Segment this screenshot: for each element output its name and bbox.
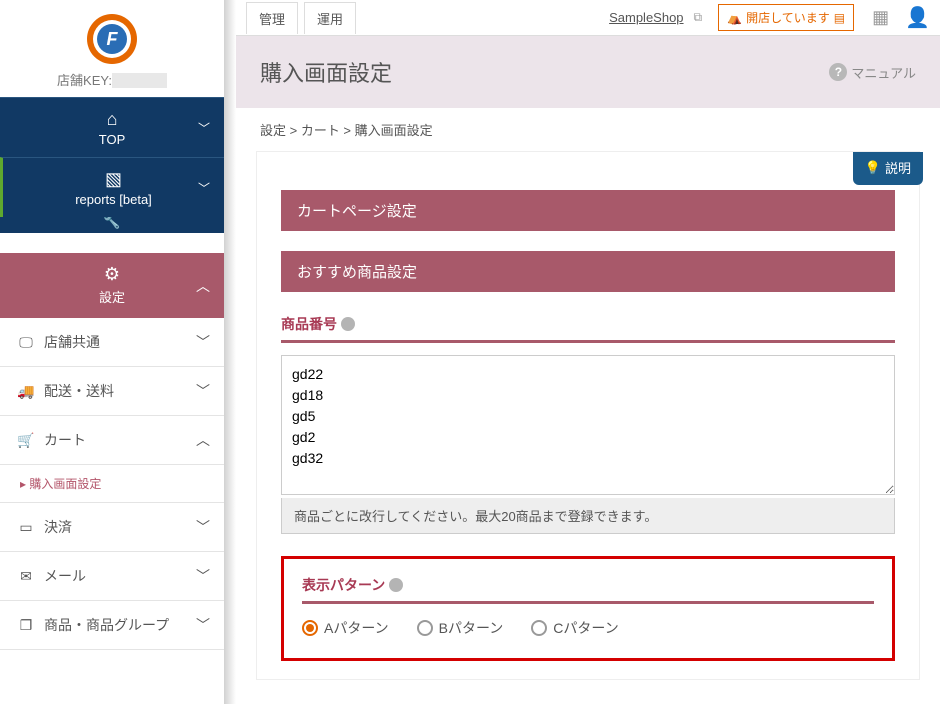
chevron-down-icon: ﹀ <box>196 566 210 586</box>
tab-admin[interactable]: 管理 <box>246 2 298 34</box>
radio-pattern-c[interactable]: Cパターン <box>531 618 618 638</box>
nav-top-label: TOP <box>99 132 126 147</box>
chevron-down-icon: ﹀ <box>196 332 210 352</box>
sidebar-item-label: カート <box>44 430 86 450</box>
logo-icon: F <box>87 14 137 64</box>
settings-card: 💡 説明 カートページ設定 おすすめ商品設定 商品番号 商品ごとに改行してくださ… <box>256 151 920 680</box>
mail-icon: ✉ <box>16 568 36 585</box>
apps-icon[interactable]: ▦ <box>872 7 889 28</box>
radio-pattern-a[interactable]: Aパターン <box>302 618 389 638</box>
hint-icon <box>389 578 403 592</box>
chevron-down-icon: ﹀ <box>198 179 210 196</box>
manual-link[interactable]: ? マニュアル <box>829 63 916 82</box>
field-product-no-label: 商品番号 <box>281 314 895 334</box>
sidebar-item-products[interactable]: ❐ 商品・商品グループ ﹀ <box>0 601 224 650</box>
pattern-radio-group: Aパターン Bパターン Cパターン <box>302 618 874 638</box>
shop-link[interactable]: SampleShop <box>609 10 683 25</box>
sidebar-item-label: 決済 <box>44 517 72 537</box>
monitor-icon: 🖵 <box>16 334 36 351</box>
nav-reports[interactable]: ▧ reports [beta] ﹀ <box>0 157 224 217</box>
user-icon[interactable]: 👤 <box>905 5 930 30</box>
explain-label: 説明 <box>885 158 911 177</box>
sidebar-item-label: 配送・送料 <box>44 381 114 401</box>
sidebar-item-payment[interactable]: ▭ 決済 ﹀ <box>0 503 224 552</box>
chevron-down-icon: ﹀ <box>196 381 210 401</box>
radio-icon <box>417 620 433 636</box>
pattern-highlight: 表示パターン Aパターン Bパターン <box>281 556 895 661</box>
sidebar-item-label: 商品・商品グループ <box>44 615 169 635</box>
card-icon: ▭ <box>16 519 36 536</box>
nav-settings-label: 設定 <box>99 287 125 306</box>
sidebar-item-shipping[interactable]: 🚚 配送・送料 ﹀ <box>0 367 224 416</box>
topbar: 管理 運用 SampleShop ⧉ ⛺ 開店しています ▤ ▦ 👤 <box>236 0 940 36</box>
radio-icon <box>302 620 318 636</box>
page-header: 購入画面設定 ? マニュアル <box>236 36 940 108</box>
sidebar-subitem-purchase-screen[interactable]: 購入画面設定 <box>0 465 224 503</box>
sidebar-item-cart[interactable]: 🛒 カート ︿ <box>0 416 224 465</box>
radio-label: Aパターン <box>324 618 389 638</box>
chart-icon: ▧ <box>105 170 122 188</box>
chevron-down-icon: ﹀ <box>196 615 210 635</box>
sidebar-item-label: 店舗共通 <box>44 332 100 352</box>
nav-top[interactable]: ⌂ TOP ﹀ <box>0 97 224 157</box>
explain-button[interactable]: 💡 説明 <box>853 152 923 185</box>
chevron-down-icon: ﹀ <box>196 517 210 537</box>
nav-settings[interactable]: ⚙ 設定 ︿ <box>0 253 224 318</box>
hint-icon <box>341 317 355 331</box>
shop-status-label: 開店しています <box>746 9 830 26</box>
gear-icon: ⚙ <box>104 265 120 283</box>
field-underline <box>302 601 874 604</box>
shop-status-button[interactable]: ⛺ 開店しています ▤ <box>718 4 854 31</box>
section-recommend: おすすめ商品設定 <box>281 251 895 292</box>
breadcrumb: 設定 > カート > 購入画面設定 <box>236 108 940 151</box>
home-icon: ⌂ <box>107 110 118 128</box>
manual-label: マニュアル <box>851 63 916 82</box>
external-link-icon: ⧉ <box>694 10 703 25</box>
product-no-textarea[interactable] <box>281 355 895 495</box>
help-icon: ? <box>829 63 847 81</box>
radio-label: Bパターン <box>439 618 504 638</box>
tab-ops[interactable]: 運用 <box>304 2 356 34</box>
chevron-down-icon: ﹀ <box>198 119 210 136</box>
truck-icon: 🚚 <box>16 383 36 400</box>
sidebar-item-store-common[interactable]: 🖵 店舗共通 ﹀ <box>0 318 224 367</box>
nav-reports-label: reports [beta] <box>75 192 152 207</box>
sidebar-item-label: メール <box>44 566 86 586</box>
bulb-icon: 💡 <box>865 160 881 176</box>
chevron-up-icon: ︿ <box>196 276 210 296</box>
sidebar-item-mail[interactable]: ✉ メール ﹀ <box>0 552 224 601</box>
radio-pattern-b[interactable]: Bパターン <box>417 618 504 638</box>
toggle-icon: ▤ <box>834 11 845 25</box>
section-cart-page: カートページ設定 <box>281 190 895 231</box>
field-underline <box>281 340 895 343</box>
cart-icon: 🛒 <box>16 432 36 449</box>
chevron-up-icon: ︿ <box>196 430 210 450</box>
logo-area: F 店舗KEY:xxxxxx <box>0 0 224 97</box>
field-pattern-label: 表示パターン <box>302 575 874 595</box>
sidebar-subitem-label: 購入画面設定 <box>29 477 101 491</box>
store-icon: ⛺ <box>727 11 742 25</box>
radio-icon <box>531 620 547 636</box>
nav-collapsed: 🔧 <box>0 217 224 233</box>
divider-shadow <box>224 0 236 704</box>
wrench-icon: 🔧 <box>103 217 120 230</box>
product-no-note: 商品ごとに改行してください。最大20商品まで登録できます。 <box>281 498 895 534</box>
page-title: 購入画面設定 <box>260 56 829 88</box>
copy-icon: ❐ <box>16 617 36 634</box>
store-key: 店舗KEY:xxxxxx <box>0 70 224 89</box>
radio-label: Cパターン <box>553 618 618 638</box>
